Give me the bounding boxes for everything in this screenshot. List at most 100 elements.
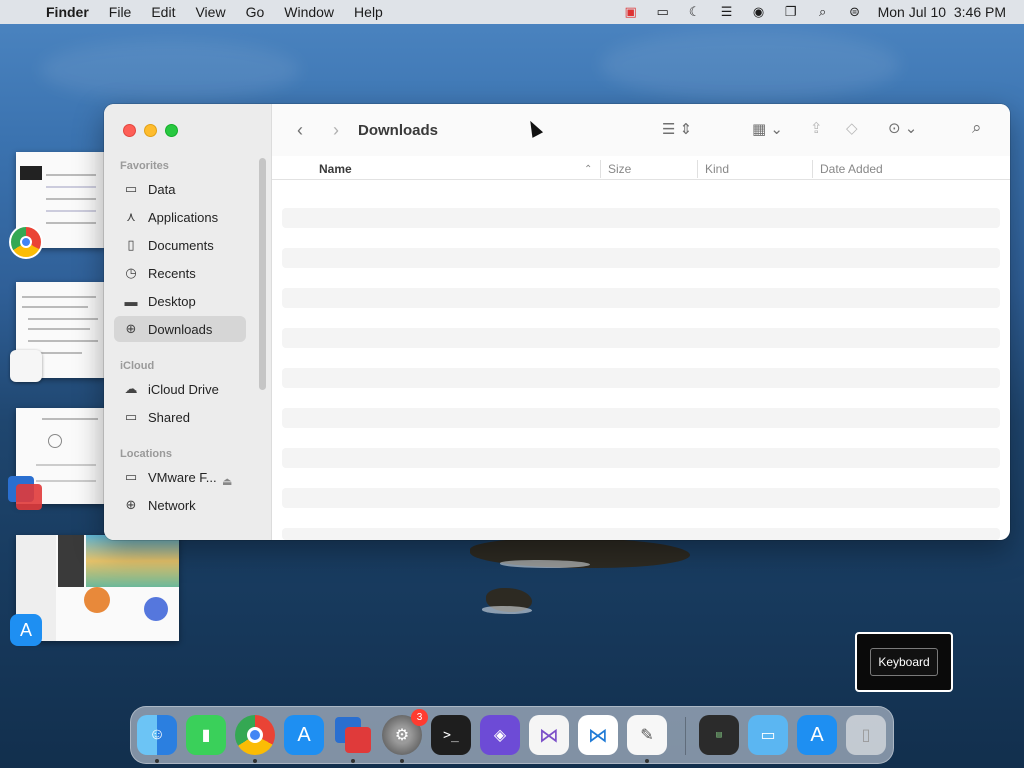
display-icon[interactable]: ▭ bbox=[654, 4, 672, 19]
sidebar-item-recents[interactable]: ◷ Recents bbox=[114, 260, 246, 286]
thumbnail-line bbox=[28, 328, 90, 330]
document-icon: ▯ bbox=[127, 237, 135, 252]
sidebar-item-label: Network bbox=[148, 497, 196, 513]
cloud-icon: ☁ bbox=[124, 381, 138, 396]
window-title: Downloads bbox=[358, 121, 439, 139]
column-kind[interactable]: Kind bbox=[705, 162, 729, 176]
thumbnail-line bbox=[46, 222, 96, 224]
sidebar-scrollbar[interactable] bbox=[259, 158, 266, 390]
sidebar-item-icloud-drive[interactable]: ☁ iCloud Drive bbox=[114, 376, 246, 402]
stage-manager-icon[interactable]: ☰ bbox=[718, 4, 736, 19]
menu-bar: Finder File Edit View Go Window Help ▣ ▭… bbox=[0, 0, 1024, 24]
minimize-button[interactable] bbox=[144, 124, 157, 137]
chrome-icon[interactable] bbox=[235, 715, 275, 755]
clock-icon: ◷ bbox=[125, 265, 137, 280]
foam-decoration bbox=[482, 606, 532, 614]
sidebar-item-applications[interactable]: ⋏ Applications bbox=[114, 204, 246, 230]
downloads-folder-icon[interactable]: ▭ bbox=[748, 715, 788, 755]
sidebar-item-downloads[interactable]: ⊕ Downloads bbox=[114, 316, 246, 342]
sidebar-item-label: VMware F... bbox=[148, 469, 217, 485]
sidebar-item-label: Downloads bbox=[148, 321, 213, 337]
menu-help[interactable]: Help bbox=[344, 4, 393, 20]
menu-window[interactable]: Window bbox=[274, 4, 344, 20]
search-icon[interactable]: ⌕ bbox=[814, 4, 832, 19]
column-date-added[interactable]: Date Added bbox=[820, 162, 883, 176]
sidebar-item-label: iCloud Drive bbox=[148, 381, 219, 397]
sidebar-item-label: Recents bbox=[148, 265, 196, 281]
terminal-icon[interactable]: >_ bbox=[431, 715, 471, 755]
vmware-fusion-icon[interactable] bbox=[333, 715, 373, 755]
back-button[interactable]: ‹ bbox=[292, 120, 308, 141]
thumbnail-panel bbox=[58, 535, 84, 587]
column-name[interactable]: Name bbox=[319, 162, 352, 176]
finder-sidebar: Favorites ▭ Data ⋏ Applications ▯ Documents… bbox=[104, 104, 272, 540]
accessibility-icon[interactable]: ◉ bbox=[750, 4, 768, 19]
menu-file[interactable]: File bbox=[99, 4, 142, 20]
menubar-clock[interactable]: Mon Jul 10 3:46 PM bbox=[878, 4, 1006, 20]
running-indicator bbox=[155, 759, 159, 763]
search-icon[interactable]: ⌕ bbox=[972, 118, 982, 138]
list-row-placeholder bbox=[282, 208, 1000, 228]
console-icon[interactable]: ▤ bbox=[699, 715, 739, 755]
vm-library-icon[interactable]: ◈ bbox=[480, 715, 520, 755]
control-center-icon[interactable]: ⊜ bbox=[846, 4, 864, 19]
thumbnail-art bbox=[84, 587, 110, 613]
thumbnail-logo bbox=[20, 166, 42, 180]
finder-window: Favorites ▭ Data ⋏ Applications ▯ Documents… bbox=[104, 104, 1010, 540]
forward-button[interactable]: › bbox=[328, 120, 344, 141]
notification-badge: 3 bbox=[411, 709, 428, 726]
sidebar-item-desktop[interactable]: ▬ Desktop bbox=[114, 288, 246, 314]
app-store-download-icon[interactable]: A bbox=[797, 715, 837, 755]
visual-studio-icon[interactable]: ⋈ bbox=[529, 715, 569, 755]
list-row-placeholder bbox=[282, 288, 1000, 308]
app-store-icon[interactable]: A bbox=[284, 715, 324, 755]
thumbnail-art bbox=[144, 597, 168, 621]
app-store-icon: A bbox=[10, 614, 42, 646]
keyboard-button[interactable]: Keyboard bbox=[870, 648, 938, 676]
windows-icon[interactable]: ❐ bbox=[782, 4, 800, 19]
eject-icon[interactable]: ⏏ bbox=[222, 475, 232, 488]
vs-code-icon[interactable]: ⋈ bbox=[578, 715, 618, 755]
list-row-placeholder bbox=[282, 528, 1000, 540]
sidebar-item-network[interactable]: ⊕ Network bbox=[114, 492, 246, 518]
menu-view[interactable]: View bbox=[185, 4, 235, 20]
group-icon[interactable]: ▦ ⌄ bbox=[752, 120, 783, 138]
list-row-placeholder bbox=[282, 248, 1000, 268]
column-header: Name ⌃ Size Kind Date Added bbox=[272, 158, 1010, 180]
finder-icon[interactable]: ☺ bbox=[137, 715, 177, 755]
textedit-icon bbox=[10, 350, 42, 382]
vm-status-icon[interactable]: ▣ bbox=[622, 4, 640, 19]
app-menu[interactable]: Finder bbox=[40, 4, 99, 20]
menu-go[interactable]: Go bbox=[236, 4, 275, 20]
sidebar-item-documents[interactable]: ▯ Documents bbox=[114, 232, 246, 258]
tag-icon[interactable]: ◇ bbox=[846, 119, 858, 137]
list-view-icon[interactable]: ☰ ⇕ bbox=[662, 120, 692, 138]
sidebar-item-shared[interactable]: ▭ Shared bbox=[114, 404, 246, 430]
textedit-icon[interactable]: ✎ bbox=[627, 715, 667, 755]
sidebar-item-label: Desktop bbox=[148, 293, 196, 309]
list-row-placeholder bbox=[282, 408, 1000, 428]
running-indicator bbox=[253, 759, 257, 763]
close-button[interactable] bbox=[123, 124, 136, 137]
facetime-icon[interactable]: ▮ bbox=[186, 715, 226, 755]
share-icon[interactable]: ⇪ bbox=[810, 119, 823, 137]
zoom-button[interactable] bbox=[165, 124, 178, 137]
finder-toolbar: ‹ › Downloads ☰ ⇕ ▦ ⌄ ⇪ ◇ ⊙ ⌄ ⌕ bbox=[272, 104, 1010, 156]
sidebar-item-label: Applications bbox=[148, 209, 219, 225]
foam-decoration bbox=[500, 560, 590, 568]
system-settings-icon[interactable]: ⚙ 3 bbox=[382, 709, 428, 755]
thumbnail-line bbox=[28, 318, 98, 320]
column-separator bbox=[600, 160, 601, 178]
trash-icon[interactable]: ▯ bbox=[846, 715, 886, 755]
chrome-icon bbox=[9, 225, 43, 259]
more-actions-icon[interactable]: ⊙ ⌄ bbox=[888, 119, 917, 137]
download-icon: ⊕ bbox=[125, 321, 137, 336]
focus-moon-icon[interactable]: ☾ bbox=[686, 4, 704, 19]
thumbnail-line bbox=[22, 306, 88, 308]
sidebar-item-data[interactable]: ▭ Data bbox=[114, 176, 246, 202]
cloud-decoration bbox=[40, 40, 300, 100]
menu-edit[interactable]: Edit bbox=[141, 4, 185, 20]
dock: ☺ ▮ A ⚙ 3 >_ ◈ ⋈ ⋈ ✎ ▤ ▭ A ▯ bbox=[130, 706, 894, 764]
column-size[interactable]: Size bbox=[608, 162, 631, 176]
list-row-placeholder bbox=[282, 328, 1000, 348]
